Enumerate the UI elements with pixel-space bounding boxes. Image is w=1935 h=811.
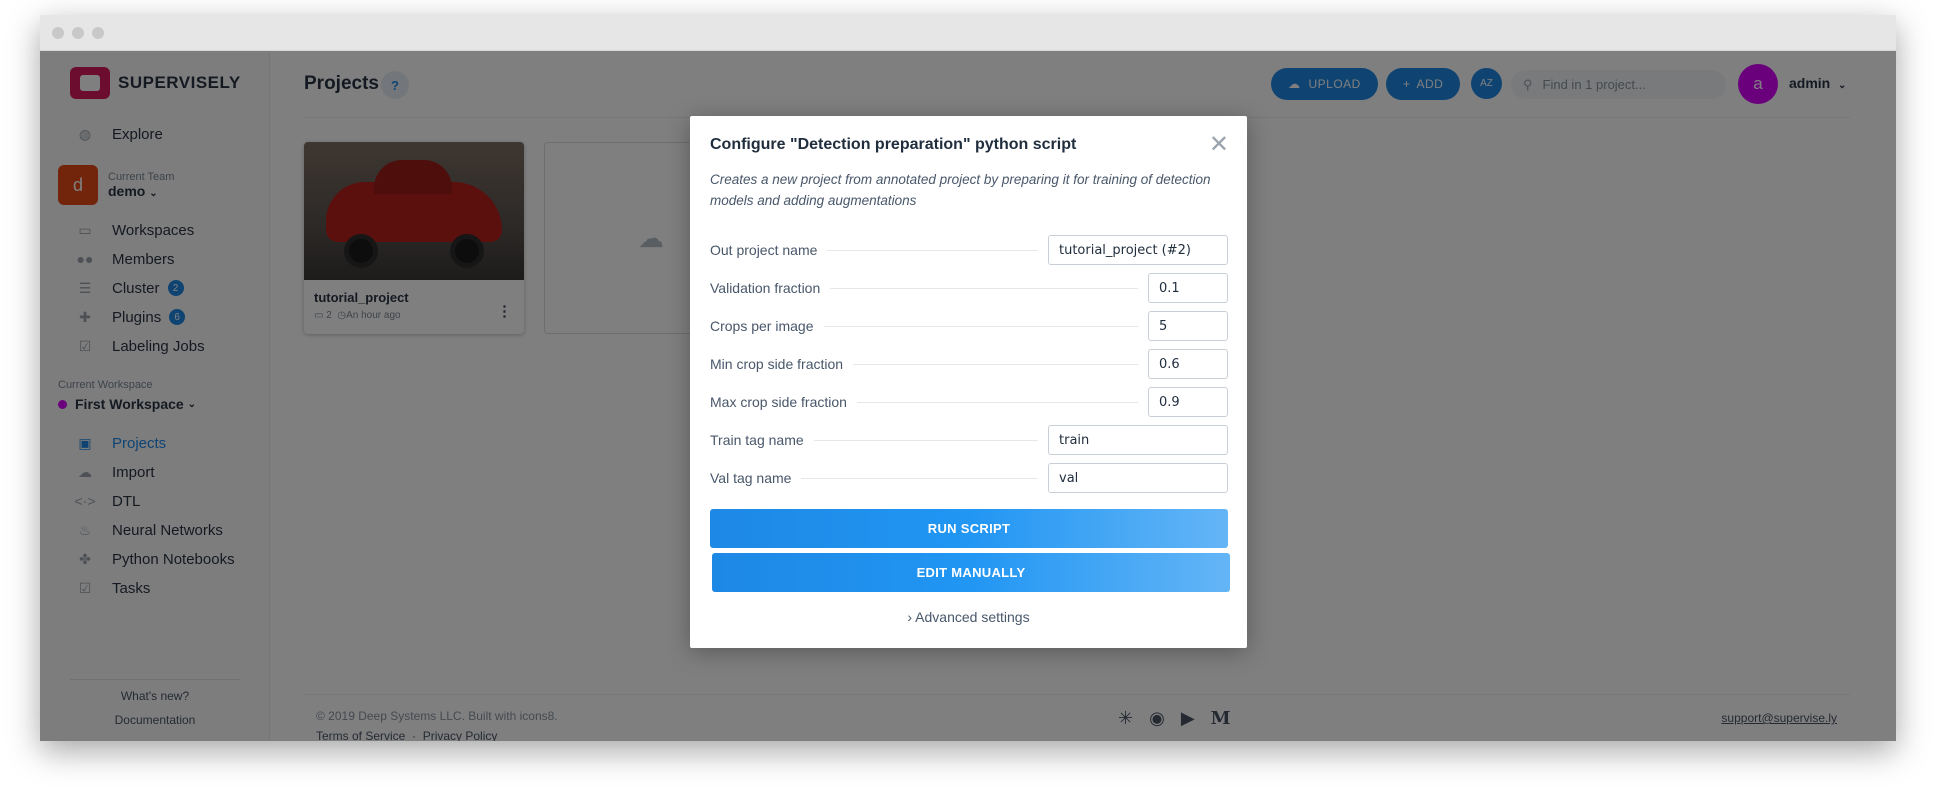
browser-window: SUPERVISELY ◍ Explore d Current Team dem…: [40, 15, 1896, 741]
dialog-description: Creates a new project from annotated pro…: [710, 172, 1211, 208]
field-validation-fraction: Validation fraction 0.1: [710, 273, 1228, 303]
window-minimize-dot[interactable]: [72, 27, 84, 39]
edit-manually-button[interactable]: EDIT MANUALLY: [712, 553, 1230, 592]
window-close-dot[interactable]: [52, 27, 64, 39]
window-maximize-dot[interactable]: [92, 27, 104, 39]
field-train-tag-name: Train tag name train: [710, 425, 1228, 455]
run-script-button[interactable]: RUN SCRIPT: [710, 509, 1228, 548]
val-tag-name-input[interactable]: val: [1048, 463, 1228, 493]
advanced-settings-toggle[interactable]: › Advanced settings: [690, 609, 1247, 625]
field-out-project-name: Out project name tutorial_project (#2): [710, 235, 1228, 265]
app: SUPERVISELY ◍ Explore d Current Team dem…: [40, 51, 1896, 741]
max-crop-side-fraction-input[interactable]: 0.9: [1148, 387, 1228, 417]
field-max-crop-side-fraction: Max crop side fraction 0.9: [710, 387, 1228, 417]
train-tag-name-input[interactable]: train: [1048, 425, 1228, 455]
field-min-crop-side-fraction: Min crop side fraction 0.6: [710, 349, 1228, 379]
close-icon[interactable]: ✕: [1209, 130, 1229, 159]
min-crop-side-fraction-input[interactable]: 0.6: [1148, 349, 1228, 379]
out-project-name-input[interactable]: tutorial_project (#2): [1048, 235, 1228, 265]
window-titlebar: [40, 15, 1896, 51]
dialog-title: Configure "Detection preparation" python…: [710, 136, 1077, 153]
validation-fraction-input[interactable]: 0.1: [1148, 273, 1228, 303]
field-val-tag-name: Val tag name val: [710, 463, 1228, 493]
crops-per-image-input[interactable]: 5: [1148, 311, 1228, 341]
field-crops-per-image: Crops per image 5: [710, 311, 1228, 341]
configure-script-dialog: Configure "Detection preparation" python…: [690, 116, 1247, 648]
